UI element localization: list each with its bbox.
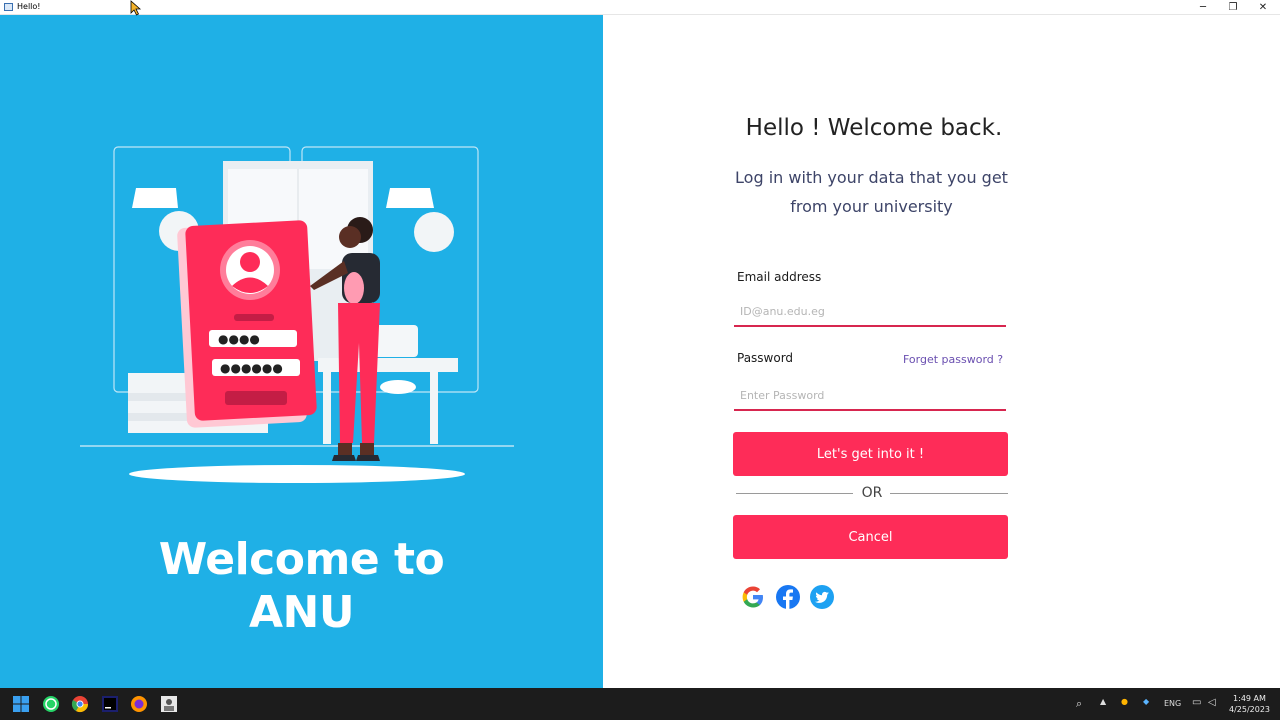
app-icon[interactable] xyxy=(160,695,178,713)
welcome-heading: Welcome to ANU xyxy=(0,533,603,639)
clock-date: 4/25/2023 xyxy=(1228,705,1271,714)
window-title: Hello! xyxy=(17,2,41,11)
or-divider: OR xyxy=(736,485,1008,503)
page-subtitle: Log in with your data that you get from … xyxy=(734,163,1009,221)
login-button[interactable]: Let's get into it ! xyxy=(733,432,1008,476)
search-icon[interactable]: ⌕ xyxy=(1076,697,1082,711)
login-form-panel: Hello ! Welcome back. Log in with your d… xyxy=(603,15,1280,688)
login-illustration-icon: ●●●● ●●●●●● xyxy=(80,146,514,483)
minimize-button[interactable]: ─ xyxy=(1188,0,1218,15)
chrome-icon[interactable] xyxy=(71,695,89,713)
password-field[interactable] xyxy=(734,381,1006,411)
email-label: Email address xyxy=(737,270,822,284)
volume-icon[interactable]: ◁ xyxy=(1208,697,1216,708)
close-button[interactable]: ✕ xyxy=(1248,0,1278,15)
welcome-panel: ●●●● ●●●●●● Welcome to ANU xyxy=(0,15,603,688)
cancel-button[interactable]: Cancel xyxy=(733,515,1008,559)
firefox-icon[interactable] xyxy=(130,695,148,713)
cloud-drive-icon[interactable]: ▲ xyxy=(1100,697,1106,706)
tray-app-icon[interactable]: ● xyxy=(1121,697,1128,706)
clock-time: 1:49 AM xyxy=(1233,694,1266,703)
network-icon[interactable]: ◆ xyxy=(1143,697,1149,706)
taskbar: ⌕ ▲ ● ◆ ENG ▭ ◁ 1:49 AM 4/25/2023 xyxy=(0,688,1280,720)
or-text: OR xyxy=(861,485,883,501)
forgot-password-link[interactable]: Forget password ? xyxy=(903,353,1003,366)
subtitle-line-2: from your university xyxy=(790,197,953,216)
welcome-line-1: Welcome to xyxy=(158,534,445,585)
pin-dots-1: ●●●● xyxy=(218,332,260,346)
google-icon[interactable] xyxy=(740,584,766,610)
pin-dots-2: ●●●●●● xyxy=(220,361,283,375)
window-app-icon xyxy=(4,3,13,11)
divider-line-right xyxy=(890,493,1008,494)
page-title: Hello ! Welcome back. xyxy=(745,115,1003,141)
language-indicator[interactable]: ENG xyxy=(1164,699,1181,708)
email-field[interactable] xyxy=(734,297,1006,327)
welcome-line-2: ANU xyxy=(248,587,355,638)
divider-line-left xyxy=(736,493,853,494)
mouse-cursor-icon xyxy=(130,0,142,16)
subtitle-line-1: Log in with your data that you get xyxy=(735,168,1008,187)
display-icon[interactable]: ▭ xyxy=(1192,697,1201,708)
twitter-icon[interactable] xyxy=(809,584,835,610)
jetbrains-icon[interactable] xyxy=(101,695,119,713)
maximize-button[interactable]: ❐ xyxy=(1218,0,1248,15)
whatsapp-icon[interactable] xyxy=(42,695,60,713)
windows-start-icon[interactable] xyxy=(12,695,30,713)
facebook-icon[interactable] xyxy=(775,584,801,610)
system-clock[interactable]: 1:49 AM 4/25/2023 xyxy=(1222,693,1277,715)
app-window: Hello! ─ ❐ ✕ ●●●● ●●●●●● Welcome to ANU … xyxy=(0,0,1280,688)
title-bar[interactable]: Hello! ─ ❐ ✕ xyxy=(0,0,1280,15)
password-label: Password xyxy=(737,351,794,365)
